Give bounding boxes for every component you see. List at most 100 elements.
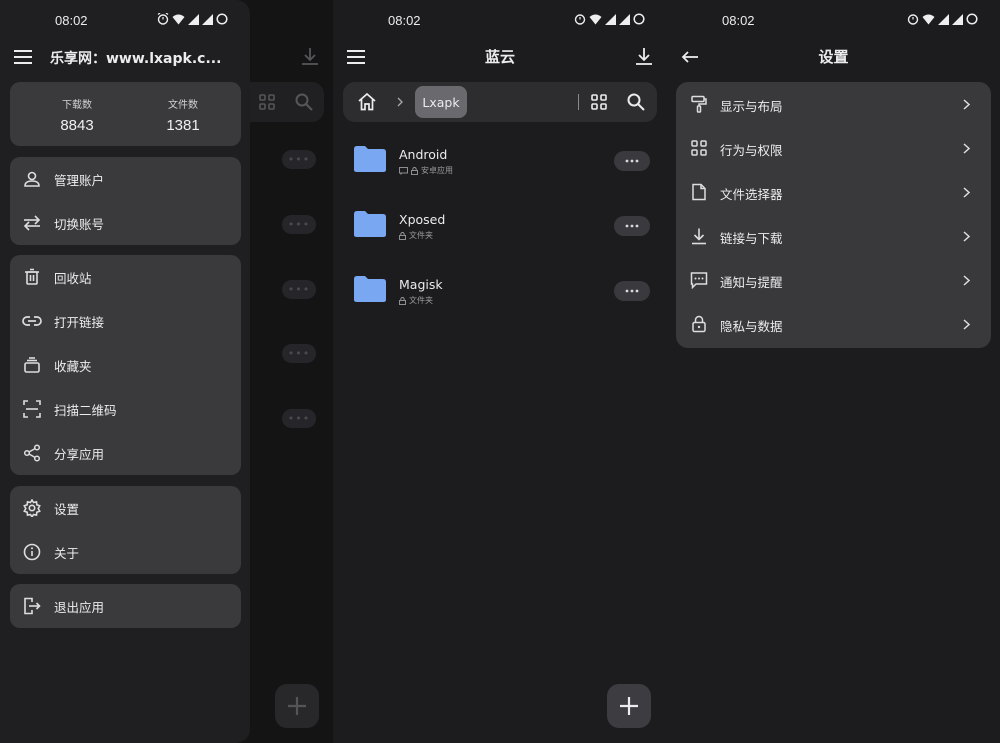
stats-card: 下载数 8843 文件数 1381 (10, 82, 241, 146)
file-description: 文件夹 (409, 296, 433, 305)
wifi-icon (172, 14, 185, 25)
navigation-drawer: 08:02 乐享网：www.lxapk.c... 下载数 8843 文件数 13… (0, 0, 250, 743)
signal-icon (952, 13, 963, 25)
person-icon (22, 169, 42, 189)
stat-value: 1381 (166, 117, 200, 134)
list-item[interactable]: Xposed 文件夹 (333, 196, 667, 256)
file-meta: 文件夹 (399, 295, 433, 306)
more-icon: ••• (282, 409, 316, 428)
stat-downloads: 下载数 8843 (32, 96, 122, 134)
more-icon (625, 159, 639, 163)
settings-item-display[interactable]: 显示与布局 (676, 82, 991, 126)
more-icon: ••• (282, 280, 316, 299)
home-icon[interactable] (357, 92, 377, 112)
menu-item-recycle-bin[interactable]: 回收站 (10, 255, 241, 299)
lock-icon (689, 314, 709, 334)
file-icon (689, 182, 709, 202)
settings-item-label: 隐私与数据 (720, 319, 783, 334)
file-description: 文件夹 (409, 231, 433, 240)
menu-item-switch-account[interactable]: 切换账号 (10, 201, 241, 245)
more-button[interactable] (614, 281, 650, 301)
file-list-screen: 08:02 蓝云 Lxapk Android 安卓应用 Xposed 文件夹 M… (333, 0, 667, 743)
exit-menu-group: 退出应用 (10, 584, 241, 628)
menu-item-share-app[interactable]: 分享应用 (10, 431, 241, 475)
swap-icon (22, 213, 42, 233)
search-icon (294, 92, 314, 112)
list-item[interactable]: Magisk 文件夹 (333, 261, 667, 321)
collection-icon (22, 355, 42, 375)
breadcrumb-current[interactable]: Lxapk (415, 86, 467, 118)
settings-menu-group: 设置 关于 (10, 486, 241, 574)
menu-item-open-link[interactable]: 打开链接 (10, 299, 241, 343)
signal-icon (605, 13, 616, 25)
settings-item-label: 显示与布局 (720, 99, 783, 114)
menu-item-settings[interactable]: 设置 (10, 486, 241, 530)
file-name: Magisk (399, 277, 443, 292)
add-fab-dimmed (275, 684, 319, 728)
file-meta: 文件夹 (399, 230, 433, 241)
lock-icon (399, 231, 406, 240)
plus-icon (620, 697, 638, 715)
dimmed-toolbar (250, 82, 324, 122)
status-time: 08:02 (55, 13, 88, 28)
add-button[interactable] (607, 684, 651, 728)
status-bar: 08:02 (0, 0, 250, 42)
chevron-right-icon (961, 316, 971, 332)
stat-label: 文件数 (168, 100, 198, 111)
folder-icon (354, 146, 386, 172)
lock-icon (411, 166, 418, 175)
battery-icon (216, 13, 228, 25)
file-description: 安卓应用 (421, 166, 453, 175)
menu-item-scan-qr[interactable]: 扫描二维码 (10, 387, 241, 431)
drawer-header: 乐享网：www.lxapk.c... (0, 42, 250, 72)
menu-item-label: 退出应用 (54, 599, 105, 615)
menu-item-manage-account[interactable]: 管理账户 (10, 157, 241, 201)
settings-item-label: 通知与提醒 (720, 275, 783, 290)
more-button[interactable] (614, 151, 650, 171)
stat-label: 下载数 (62, 100, 92, 111)
wifi-icon (922, 14, 935, 25)
signal-icon (202, 13, 213, 25)
settings-item-label: 行为与权限 (720, 143, 783, 158)
status-icons (574, 13, 645, 25)
menu-icon[interactable] (12, 46, 34, 68)
settings-list: 显示与布局 行为与权限 文件选择器 链接与下载 通知与提醒 隐私与数据 (676, 82, 991, 348)
status-time: 08:02 (722, 13, 755, 28)
menu-item-favorites[interactable]: 收藏夹 (10, 343, 241, 387)
gear-icon (22, 498, 42, 518)
chevron-right-icon (961, 184, 971, 200)
account-menu-group: 管理账户 切换账号 (10, 157, 241, 245)
settings-item-links-downloads[interactable]: 链接与下载 (676, 214, 991, 258)
menu-item-about[interactable]: 关于 (10, 530, 241, 574)
more-icon: ••• (282, 150, 316, 169)
exit-icon (22, 596, 42, 616)
tools-menu-group: 回收站 打开链接 收藏夹 扫描二维码 分享应用 (10, 255, 241, 475)
settings-item-privacy[interactable]: 隐私与数据 (676, 302, 991, 346)
menu-item-label: 管理账户 (54, 172, 105, 188)
download-icon[interactable] (633, 45, 655, 67)
alarm-icon (574, 13, 586, 25)
chevron-right-icon (961, 272, 971, 288)
chevron-right-icon (961, 96, 971, 112)
grid-view-icon[interactable] (590, 93, 608, 111)
settings-item-behavior[interactable]: 行为与权限 (676, 126, 991, 170)
more-button[interactable] (614, 216, 650, 236)
signal-icon (619, 13, 630, 25)
settings-item-file-picker[interactable]: 文件选择器 (676, 170, 991, 214)
wifi-icon (589, 14, 602, 25)
menu-item-exit-app[interactable]: 退出应用 (10, 584, 241, 628)
alarm-icon (907, 13, 919, 25)
drawer-screen: ••• ••• ••• ••• ••• 08:02 乐享网：www.lxapk.… (0, 0, 333, 743)
file-name: Xposed (399, 212, 446, 227)
menu-item-label: 关于 (54, 545, 80, 561)
list-item[interactable]: Android 安卓应用 (333, 131, 667, 191)
more-icon: ••• (282, 215, 316, 234)
status-icons (907, 13, 978, 25)
battery-icon (633, 13, 645, 25)
more-icon: ••• (282, 344, 316, 363)
settings-item-notifications[interactable]: 通知与提醒 (676, 258, 991, 302)
scan-icon (22, 399, 42, 419)
alarm-icon (157, 13, 169, 25)
search-icon[interactable] (626, 92, 646, 112)
file-meta: 安卓应用 (399, 165, 453, 176)
